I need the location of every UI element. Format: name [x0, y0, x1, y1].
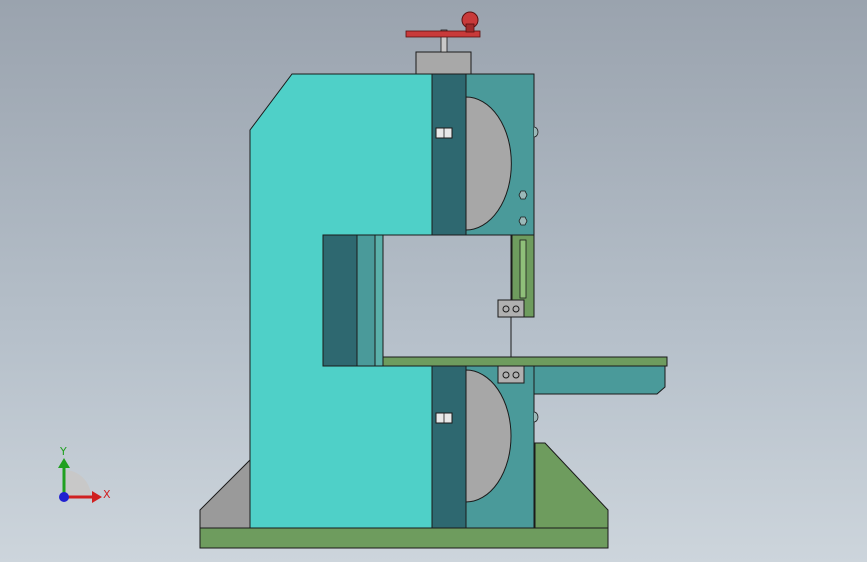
y-axis-label: Y [59, 445, 67, 458]
handwheel-knob-stem [465, 23, 475, 33]
right-brace [534, 442, 609, 529]
work-table [382, 356, 668, 367]
x-axis-arrow [92, 491, 102, 503]
hex-nut-lower [518, 216, 528, 226]
throat-block-mid [356, 234, 376, 367]
upper-column-dark [431, 73, 467, 236]
hex-nut-upper [518, 190, 528, 200]
throat-block-dark [322, 234, 358, 367]
cover-knob-lower [533, 411, 539, 423]
y-axis-arrow [58, 458, 70, 468]
lower-bolt [435, 412, 453, 424]
upper-bolt [435, 127, 453, 139]
coordinate-triad: Y X [58, 445, 111, 503]
triad-quarter-disc [64, 470, 91, 497]
throat-block-light [374, 234, 384, 367]
bandsaw-drawing: Y X [58, 11, 668, 549]
lower-column-dark [431, 365, 467, 529]
base-plate [199, 527, 609, 549]
left-foot [199, 458, 251, 529]
lower-blade-guide [497, 365, 525, 384]
x-axis-label: X [103, 488, 111, 501]
blade-guide-slot [519, 239, 527, 299]
tension-block [415, 51, 472, 75]
table-support [533, 365, 666, 395]
cad-viewport[interactable]: Y X [0, 0, 867, 562]
upper-blade-guide [497, 299, 525, 318]
cover-knob-upper [533, 126, 539, 138]
z-axis-dot [59, 492, 69, 502]
